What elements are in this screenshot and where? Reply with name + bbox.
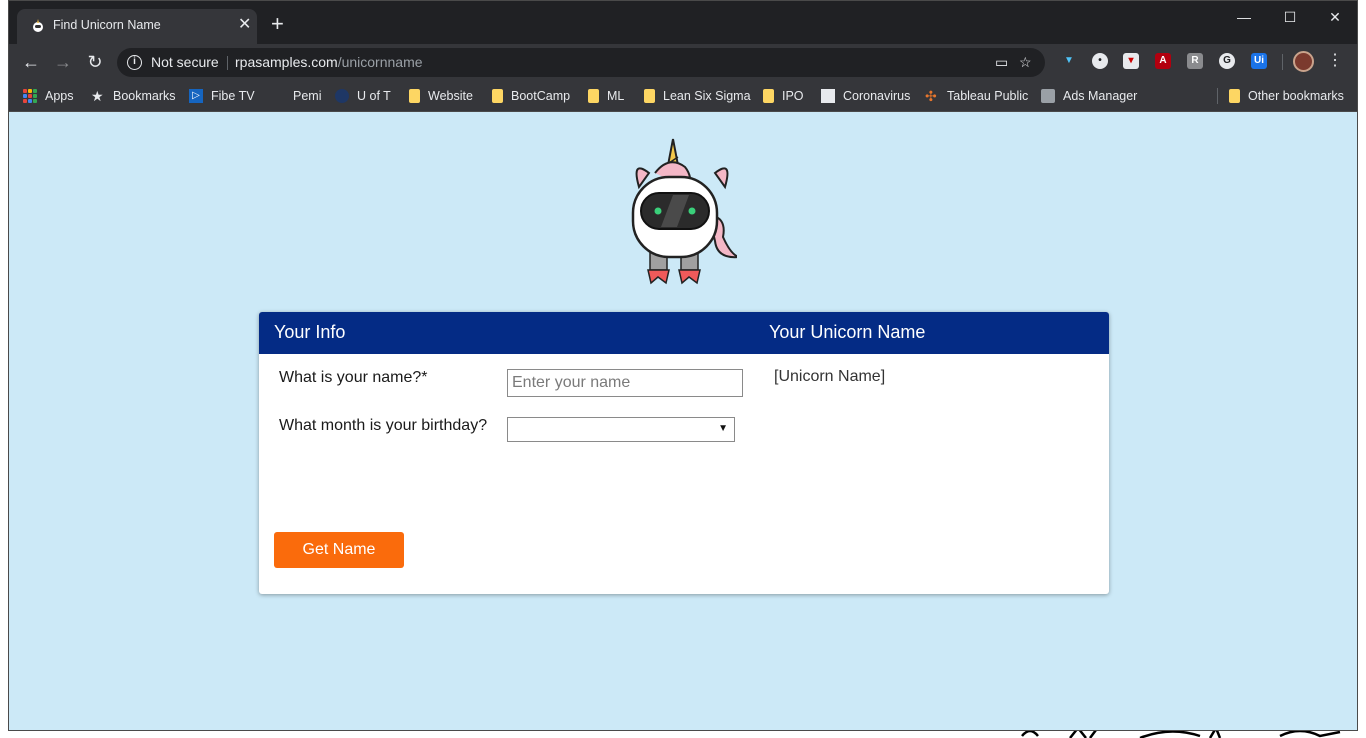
extension-dots-icon[interactable]: • bbox=[1092, 53, 1108, 69]
unicorn-name-result: [Unicorn Name] bbox=[774, 368, 886, 385]
apps-grid-icon bbox=[23, 89, 37, 103]
get-name-button[interactable]: Get Name bbox=[274, 532, 404, 568]
bookmark-label: Fibe TV bbox=[211, 89, 255, 103]
bookmark-other[interactable]: Other bookmarks bbox=[1229, 86, 1344, 106]
bookmark-label: Coronavirus bbox=[843, 89, 911, 103]
bookmark-label: Apps bbox=[45, 89, 74, 103]
profile-avatar[interactable] bbox=[1293, 51, 1314, 72]
bookmark-label: Lean Six Sigma bbox=[663, 89, 751, 103]
bookmark-label: Pemi bbox=[293, 89, 322, 103]
uoft-shield-icon bbox=[335, 89, 349, 103]
bookmark-label: Ads Manager bbox=[1063, 89, 1138, 103]
name-input[interactable] bbox=[507, 369, 743, 397]
your-info-heading: Your Info bbox=[274, 322, 346, 342]
play-icon: ▷ bbox=[189, 89, 203, 103]
tab-title: Find Unicorn Name bbox=[53, 18, 161, 32]
cast-icon[interactable]: ▭ bbox=[995, 54, 1008, 71]
extension-ui-icon[interactable]: Ui bbox=[1251, 53, 1267, 69]
birthday-month-label: What month is your birthday? bbox=[279, 417, 488, 434]
robot-unicorn-logo bbox=[631, 138, 737, 285]
unicorn-favicon-icon bbox=[33, 19, 43, 32]
url-path: /unicornname bbox=[337, 54, 423, 70]
bookmark-pemi[interactable]: Pemi bbox=[271, 86, 321, 106]
bookmark-ipo[interactable]: IPO bbox=[763, 86, 804, 106]
bookmark-label: Other bookmarks bbox=[1248, 89, 1344, 103]
reload-button[interactable]: ↻ bbox=[83, 50, 107, 74]
bookmark-label: BootCamp bbox=[511, 89, 571, 103]
tab-find-unicorn[interactable]: Find Unicorn Name ✕ bbox=[17, 9, 257, 44]
bookmarks-bar: Apps ★ Bookmarks ▷ Fibe TV Pemi U of T Web… bbox=[9, 80, 1357, 112]
extension-divider bbox=[1282, 54, 1283, 70]
extension-cup-icon[interactable]: ▼ bbox=[1061, 53, 1077, 69]
bookmark-website[interactable]: Website bbox=[409, 86, 473, 106]
info-icon[interactable]: i bbox=[127, 55, 142, 70]
bookmark-bootcamp[interactable]: BootCamp bbox=[492, 86, 570, 106]
folder-icon bbox=[644, 89, 655, 103]
url-host: rpasamples.com bbox=[235, 54, 338, 70]
extension-grammar-icon[interactable]: G bbox=[1219, 53, 1235, 69]
birthday-month-select[interactable]: ▼ bbox=[507, 417, 735, 442]
close-window-button[interactable]: ✕ bbox=[1320, 6, 1350, 28]
minimize-button[interactable]: — bbox=[1229, 6, 1259, 28]
new-tab-button[interactable]: + bbox=[271, 13, 284, 35]
forward-button[interactable]: → bbox=[51, 50, 75, 74]
unicorn-form-card: Your Info Your Unicorn Name What is your… bbox=[259, 312, 1109, 594]
folder-icon bbox=[409, 89, 420, 103]
bookmark-label: ML bbox=[607, 89, 625, 103]
extension-pocket-icon[interactable]: ▾ bbox=[1123, 53, 1139, 69]
menu-icon[interactable]: ⋮ bbox=[1327, 50, 1343, 70]
tab-close-icon[interactable]: ✕ bbox=[238, 16, 251, 34]
star-icon: ★ bbox=[91, 88, 104, 104]
folder-icon bbox=[492, 89, 503, 103]
maximize-button[interactable]: ☐ bbox=[1275, 6, 1305, 28]
back-button[interactable]: ← bbox=[19, 50, 43, 74]
tableau-icon: ✣ bbox=[925, 88, 937, 104]
folder-icon bbox=[1229, 89, 1240, 103]
bookmark-ml[interactable]: ML bbox=[588, 86, 624, 106]
bookmark-lean-six-sigma[interactable]: Lean Six Sigma bbox=[644, 86, 751, 106]
bookmark-label: Tableau Public bbox=[947, 89, 1029, 103]
bookmark-uoft[interactable]: U of T bbox=[335, 86, 391, 106]
ads-manager-icon bbox=[1041, 89, 1055, 103]
browser-toolbar: ← → ↻ i Not secure rpasamples.com/unicor… bbox=[9, 44, 1357, 80]
bookmark-ads-manager[interactable]: Ads Manager bbox=[1041, 86, 1137, 106]
bookmark-label: IPO bbox=[782, 89, 804, 103]
bookmark-coronavirus[interactable]: Coronavirus bbox=[821, 86, 910, 106]
news-icon bbox=[821, 89, 835, 103]
extension-r-icon[interactable]: R bbox=[1187, 53, 1203, 69]
browser-window: Find Unicorn Name ✕ + — ☐ ✕ ← → ↻ i Not … bbox=[8, 0, 1358, 731]
url-text[interactable]: rpasamples.com/unicornname bbox=[235, 54, 423, 70]
bookmark-fibe-tv[interactable]: ▷ Fibe TV bbox=[189, 86, 255, 106]
bookmark-star-icon[interactable]: ☆ bbox=[1019, 54, 1032, 71]
page-content: Your Info Your Unicorn Name What is your… bbox=[9, 112, 1357, 730]
bookmark-tableau[interactable]: ✣ Tableau Public bbox=[925, 86, 1028, 106]
card-header: Your Info Your Unicorn Name bbox=[259, 312, 1109, 354]
bookmark-label: Website bbox=[428, 89, 473, 103]
unicorn-name-heading: Your Unicorn Name bbox=[769, 322, 926, 342]
address-bar[interactable]: i Not secure rpasamples.com/unicornname … bbox=[117, 48, 1045, 77]
bookmark-label: U of T bbox=[357, 89, 391, 103]
omnibox-divider bbox=[227, 56, 228, 70]
name-label: What is your name?* bbox=[279, 369, 428, 386]
tab-strip: Find Unicorn Name ✕ + — ☐ ✕ bbox=[9, 1, 1357, 44]
bookmarks-divider bbox=[1217, 88, 1218, 104]
bookmark-label: Bookmarks bbox=[113, 89, 176, 103]
dropdown-arrow-icon: ▼ bbox=[718, 423, 728, 434]
folder-icon bbox=[763, 89, 774, 103]
pemi-icon bbox=[271, 89, 285, 103]
security-status[interactable]: Not secure bbox=[151, 54, 219, 70]
bookmark-bookmarks[interactable]: ★ Bookmarks bbox=[91, 86, 176, 106]
desktop: Find Unicorn Name ✕ + — ☐ ✕ ← → ↻ i Not … bbox=[0, 0, 1366, 738]
extension-pdf-icon[interactable]: A bbox=[1155, 53, 1171, 69]
bookmark-apps[interactable]: Apps bbox=[23, 86, 74, 106]
folder-icon bbox=[588, 89, 599, 103]
